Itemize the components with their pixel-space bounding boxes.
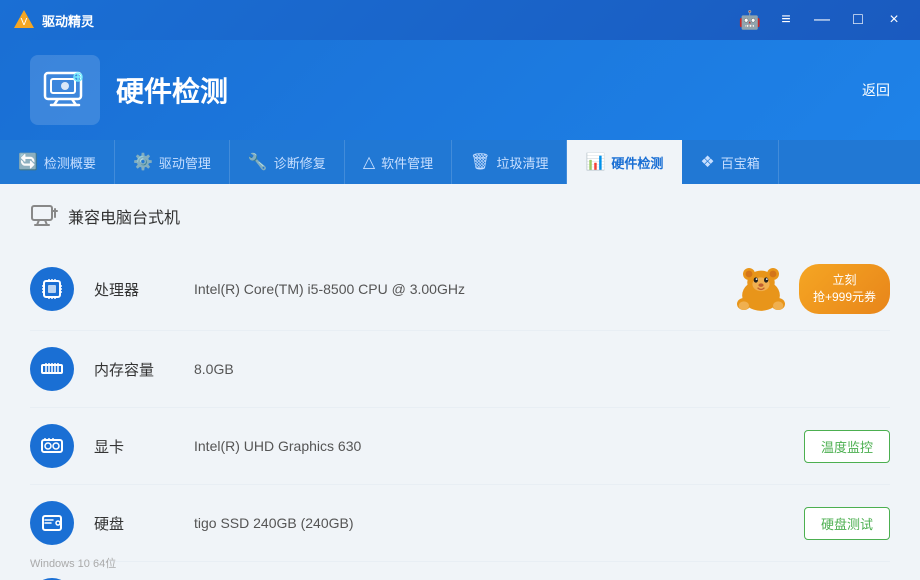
minimize-button[interactable]: — <box>808 6 836 34</box>
hw-item-action: 立刻 抢+999元券 <box>731 264 890 314</box>
software-icon: △ <box>363 152 375 172</box>
close-button[interactable]: × <box>880 6 908 34</box>
navbar: 🔄 检测概要 ⚙️ 驱动管理 🔧 诊断修复 △ 软件管理 🗑 垃圾清理 📊 硬件… <box>0 140 920 184</box>
titlebar: V 驱动精灵 🤖 ≡ — □ × <box>0 0 920 40</box>
hw-item-value: Intel(R) Core(TM) i5-8500 CPU @ 3.00GHz <box>194 281 731 297</box>
driver-icon: ⚙️ <box>133 152 153 172</box>
promo-button[interactable]: 立刻 抢+999元券 <box>799 264 890 314</box>
table-row: 显卡 Intel(R) UHD Graphics 630 温度监控 <box>30 408 890 485</box>
window-controls: 🤖 ≡ — □ × <box>736 6 908 34</box>
tab-driver-label: 驱动管理 <box>159 153 211 172</box>
main-content: 兼容电脑台式机 处理器 Intel(R) Core(TM) i5-8500 CP… <box>0 184 920 580</box>
hw-item-icon <box>30 267 74 311</box>
pc-type-header: 兼容电脑台式机 <box>30 204 890 228</box>
overview-icon: 🔄 <box>18 152 38 172</box>
hw-item-icon <box>30 501 74 545</box>
action-button[interactable]: 硬盘测试 <box>804 507 890 540</box>
toolbox-icon: ❖ <box>700 152 714 172</box>
tab-overview[interactable]: 🔄 检测概要 <box>0 140 115 184</box>
hardware-detect-icon <box>40 65 90 115</box>
tab-clean[interactable]: 🗑 垃圾清理 <box>452 140 567 184</box>
page-header: 硬件检测 返回 <box>0 40 920 140</box>
robot-icon[interactable]: 🤖 <box>736 6 764 34</box>
hw-item-value: Intel(R) UHD Graphics 630 <box>194 438 804 454</box>
tab-hardware[interactable]: 📊 硬件检测 <box>567 140 682 184</box>
menu-icon[interactable]: ≡ <box>772 6 800 34</box>
table-row: 内存容量 8.0GB <box>30 331 890 408</box>
header-icon-box <box>30 55 100 125</box>
hw-item-icon <box>30 347 74 391</box>
hardware-list: 处理器 Intel(R) Core(TM) i5-8500 CPU @ 3.00… <box>30 248 890 580</box>
action-button[interactable]: 温度监控 <box>804 430 890 463</box>
page-title: 硬件检测 <box>116 70 228 110</box>
maximize-button[interactable]: □ <box>844 6 872 34</box>
table-row: 处理器 Intel(R) Core(TM) i5-8500 CPU @ 3.00… <box>30 248 890 331</box>
hw-item-action: 硬盘测试 <box>804 507 890 540</box>
table-row: 主板 B360M PIXIU (Rev X.0) <box>30 562 890 580</box>
tab-overview-label: 检测概要 <box>44 153 96 172</box>
hw-item-value: 8.0GB <box>194 361 890 377</box>
hw-item-name: 处理器 <box>94 279 194 300</box>
tab-driver[interactable]: ⚙️ 驱动管理 <box>115 140 230 184</box>
clean-icon: 🗑 <box>470 152 490 172</box>
tab-software-label: 软件管理 <box>381 153 433 172</box>
tab-toolbox[interactable]: ❖ 百宝箱 <box>682 140 778 184</box>
hw-item-action: 温度监控 <box>804 430 890 463</box>
bear-mascot <box>731 264 791 314</box>
pc-type-label: 兼容电脑台式机 <box>68 204 180 228</box>
tab-software[interactable]: △ 软件管理 <box>345 140 452 184</box>
tab-diagnose[interactable]: 🔧 诊断修复 <box>230 140 345 184</box>
hw-item-name: 内存容量 <box>94 359 194 380</box>
hw-item-value: tigo SSD 240GB (240GB) <box>194 515 804 531</box>
svg-text:V: V <box>21 17 28 28</box>
tab-hardware-label: 硬件检测 <box>611 153 663 172</box>
app-logo: V 驱动精灵 <box>12 8 94 32</box>
app-title: 驱动精灵 <box>42 11 94 30</box>
tab-diagnose-label: 诊断修复 <box>274 153 326 172</box>
tab-toolbox-label: 百宝箱 <box>721 153 760 172</box>
hw-item-name: 显卡 <box>94 436 194 457</box>
cpu-promo: 立刻 抢+999元券 <box>731 264 890 314</box>
os-watermark: Windows 10 64位 <box>30 554 116 572</box>
tab-clean-label: 垃圾清理 <box>496 153 548 172</box>
app-logo-icon: V <box>12 8 36 32</box>
hardware-icon: 📊 <box>585 152 605 172</box>
hw-item-icon <box>30 424 74 468</box>
diagnose-icon: 🔧 <box>248 152 268 172</box>
back-button[interactable]: 返回 <box>862 80 890 100</box>
table-row: 硬盘 tigo SSD 240GB (240GB) 硬盘测试 <box>30 485 890 562</box>
hw-item-name: 硬盘 <box>94 513 194 534</box>
pc-monitor-icon <box>30 204 58 228</box>
